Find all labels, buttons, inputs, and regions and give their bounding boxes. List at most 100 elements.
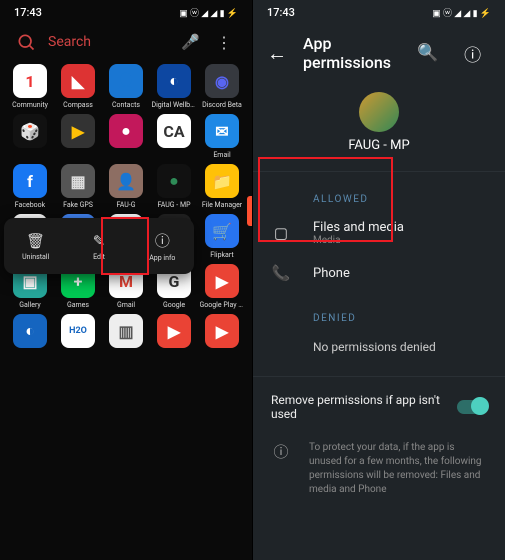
back-arrow-icon[interactable]: ←	[267, 41, 287, 66]
app-label: FAU-G	[116, 201, 135, 209]
app-label: Compass	[63, 101, 93, 109]
app-item[interactable]: f Facebook	[6, 164, 54, 209]
page-title: App permissions	[303, 34, 391, 72]
divider	[253, 376, 505, 377]
app-icon: ▶	[205, 314, 239, 348]
app-icon: ●	[109, 114, 143, 148]
remove-permissions-row[interactable]: Remove permissions if app isn't used	[253, 383, 505, 431]
app-item[interactable]: ✉ Email	[198, 114, 246, 159]
app-item[interactable]: ●	[102, 114, 150, 159]
search-placeholder: Search	[48, 34, 169, 50]
app-label: Email	[213, 151, 230, 159]
settings-header: ← App permissions 🔍 ⓘ ⋮	[253, 24, 505, 82]
permission-icon: 📞	[271, 264, 291, 282]
app-item[interactable]: 👤 FAU-G	[102, 164, 150, 209]
search-icon[interactable]: 🔍	[417, 43, 438, 63]
menu-dots-icon[interactable]: ⋮	[212, 33, 236, 52]
app-item[interactable]: 1 Community	[6, 64, 54, 109]
app-icon: ▥	[109, 314, 143, 348]
app-label: Gallery	[19, 301, 40, 309]
app-icon: ◉	[205, 64, 239, 98]
app-icon: 🛒	[205, 214, 239, 248]
app-label: Google Play M...	[200, 301, 245, 309]
app-label: Facebook	[15, 201, 45, 209]
search-row[interactable]: Search 🎤 ⋮	[0, 24, 252, 60]
app-icon: 1	[13, 64, 47, 98]
app-icon: CA	[157, 114, 191, 148]
app-icon: 🎲	[13, 114, 47, 148]
app-label: FAUG - MP	[157, 201, 190, 209]
app-item[interactable]: ◐ Digital Wellbeing	[150, 64, 198, 109]
app-label: Games	[67, 301, 89, 309]
toggle-switch[interactable]	[457, 400, 487, 414]
app-label: Google	[163, 301, 185, 309]
app-item[interactable]: ● FAUG - MP	[150, 164, 198, 209]
app-label: Community	[12, 101, 48, 109]
status-bar: 17:43 ▣ ⓦ ◢ ◢ ▮ ⚡	[0, 0, 252, 24]
status-indicators: ▣ ⓦ ◢ ◢ ▮ ⚡	[432, 6, 491, 19]
denied-section: DENIED No permissions denied	[253, 297, 505, 370]
app-name: FAUG - MP	[348, 138, 409, 153]
mic-icon[interactable]: 🎤	[181, 33, 200, 51]
permission-row[interactable]: 📞 Phone	[253, 255, 505, 291]
app-item[interactable]: 🎲	[6, 114, 54, 159]
app-item[interactable]: ▶	[198, 314, 246, 351]
app-icon: ✉	[205, 114, 239, 148]
status-time: 17:43	[267, 6, 295, 19]
info-text: To protect your data, if the app is unus…	[309, 441, 487, 497]
app-icon: ◐	[13, 314, 47, 348]
denied-label: DENIED	[253, 307, 505, 330]
app-item[interactable]: ▶	[54, 114, 102, 159]
settings-screen: 17:43 ▣ ⓦ ◢ ◢ ▮ ⚡ ← App permissions 🔍 ⓘ …	[253, 0, 505, 560]
app-icon: ●	[157, 164, 191, 198]
denied-text: No permissions denied	[253, 330, 505, 364]
app-icon: H2O	[61, 314, 95, 348]
app-item[interactable]: ▶ Google Play M...	[198, 264, 246, 309]
status-indicators: ▣ ⓦ ◢ ◢ ▮ ⚡	[179, 6, 238, 19]
app-label: Contacts	[112, 101, 140, 109]
app-item[interactable]: ▶	[150, 314, 198, 351]
uninstall-button[interactable]: 🗑 Uninstall	[4, 232, 67, 261]
app-item[interactable]: ◐	[6, 314, 54, 351]
app-icon: ▶	[157, 314, 191, 348]
info-row: ⓘ To protect your data, if the app is un…	[253, 431, 505, 507]
app-icon: ▦	[61, 164, 95, 198]
permission-title: Phone	[313, 266, 487, 281]
app-grid: 1Community◣Compass👤Contacts◐Digital Well…	[0, 60, 252, 355]
app-item[interactable]: 📁 File Manager	[198, 164, 246, 209]
help-icon[interactable]: ⓘ	[464, 41, 481, 66]
app-item[interactable]: ◣ Compass	[54, 64, 102, 109]
app-label: Flipkart	[210, 251, 233, 259]
app-icon: 👤	[109, 164, 143, 198]
app-label: Discord Beta	[202, 101, 242, 109]
app-label: File Manager	[202, 201, 242, 209]
search-icon	[16, 32, 36, 52]
app-label: Fake GPS	[63, 201, 93, 209]
app-icon: ◐	[157, 64, 191, 98]
app-item[interactable]: 🛒 Flipkart	[198, 214, 246, 259]
app-icon: f	[13, 164, 47, 198]
trash-icon: 🗑	[26, 232, 45, 250]
app-profile: FAUG - MP	[253, 82, 505, 165]
app-icon: 📁	[205, 164, 239, 198]
home-screen: 17:43 ▣ ⓦ ◢ ◢ ▮ ⚡ Search 🎤 ⋮ 1 Community ◣…	[0, 0, 252, 560]
app-icon: ▶	[205, 264, 239, 298]
edge-glow	[247, 196, 252, 226]
app-item[interactable]: ◉ Discord Beta	[198, 64, 246, 109]
status-time: 17:43	[14, 6, 42, 19]
info-icon: ⓘ	[155, 230, 170, 251]
app-label: Digital Wellbeing	[152, 101, 197, 109]
app-label: Gmail	[117, 301, 135, 309]
app-item[interactable]: H2O	[54, 314, 102, 351]
status-bar: 17:43 ▣ ⓦ ◢ ◢ ▮ ⚡	[253, 0, 505, 24]
highlight-appinfo	[101, 217, 149, 275]
app-item[interactable]: ▥	[102, 314, 150, 351]
app-icon: ▶	[61, 114, 95, 148]
app-item[interactable]: CA	[150, 114, 198, 159]
app-icon	[359, 92, 399, 132]
app-context-popup: 🗑 Uninstall ✎ Edit ⓘ App info	[4, 218, 194, 274]
info-icon: ⓘ	[271, 441, 291, 497]
app-icon: ◣	[61, 64, 95, 98]
app-item[interactable]: ▦ Fake GPS	[54, 164, 102, 209]
app-item[interactable]: 👤Contacts	[102, 64, 150, 109]
